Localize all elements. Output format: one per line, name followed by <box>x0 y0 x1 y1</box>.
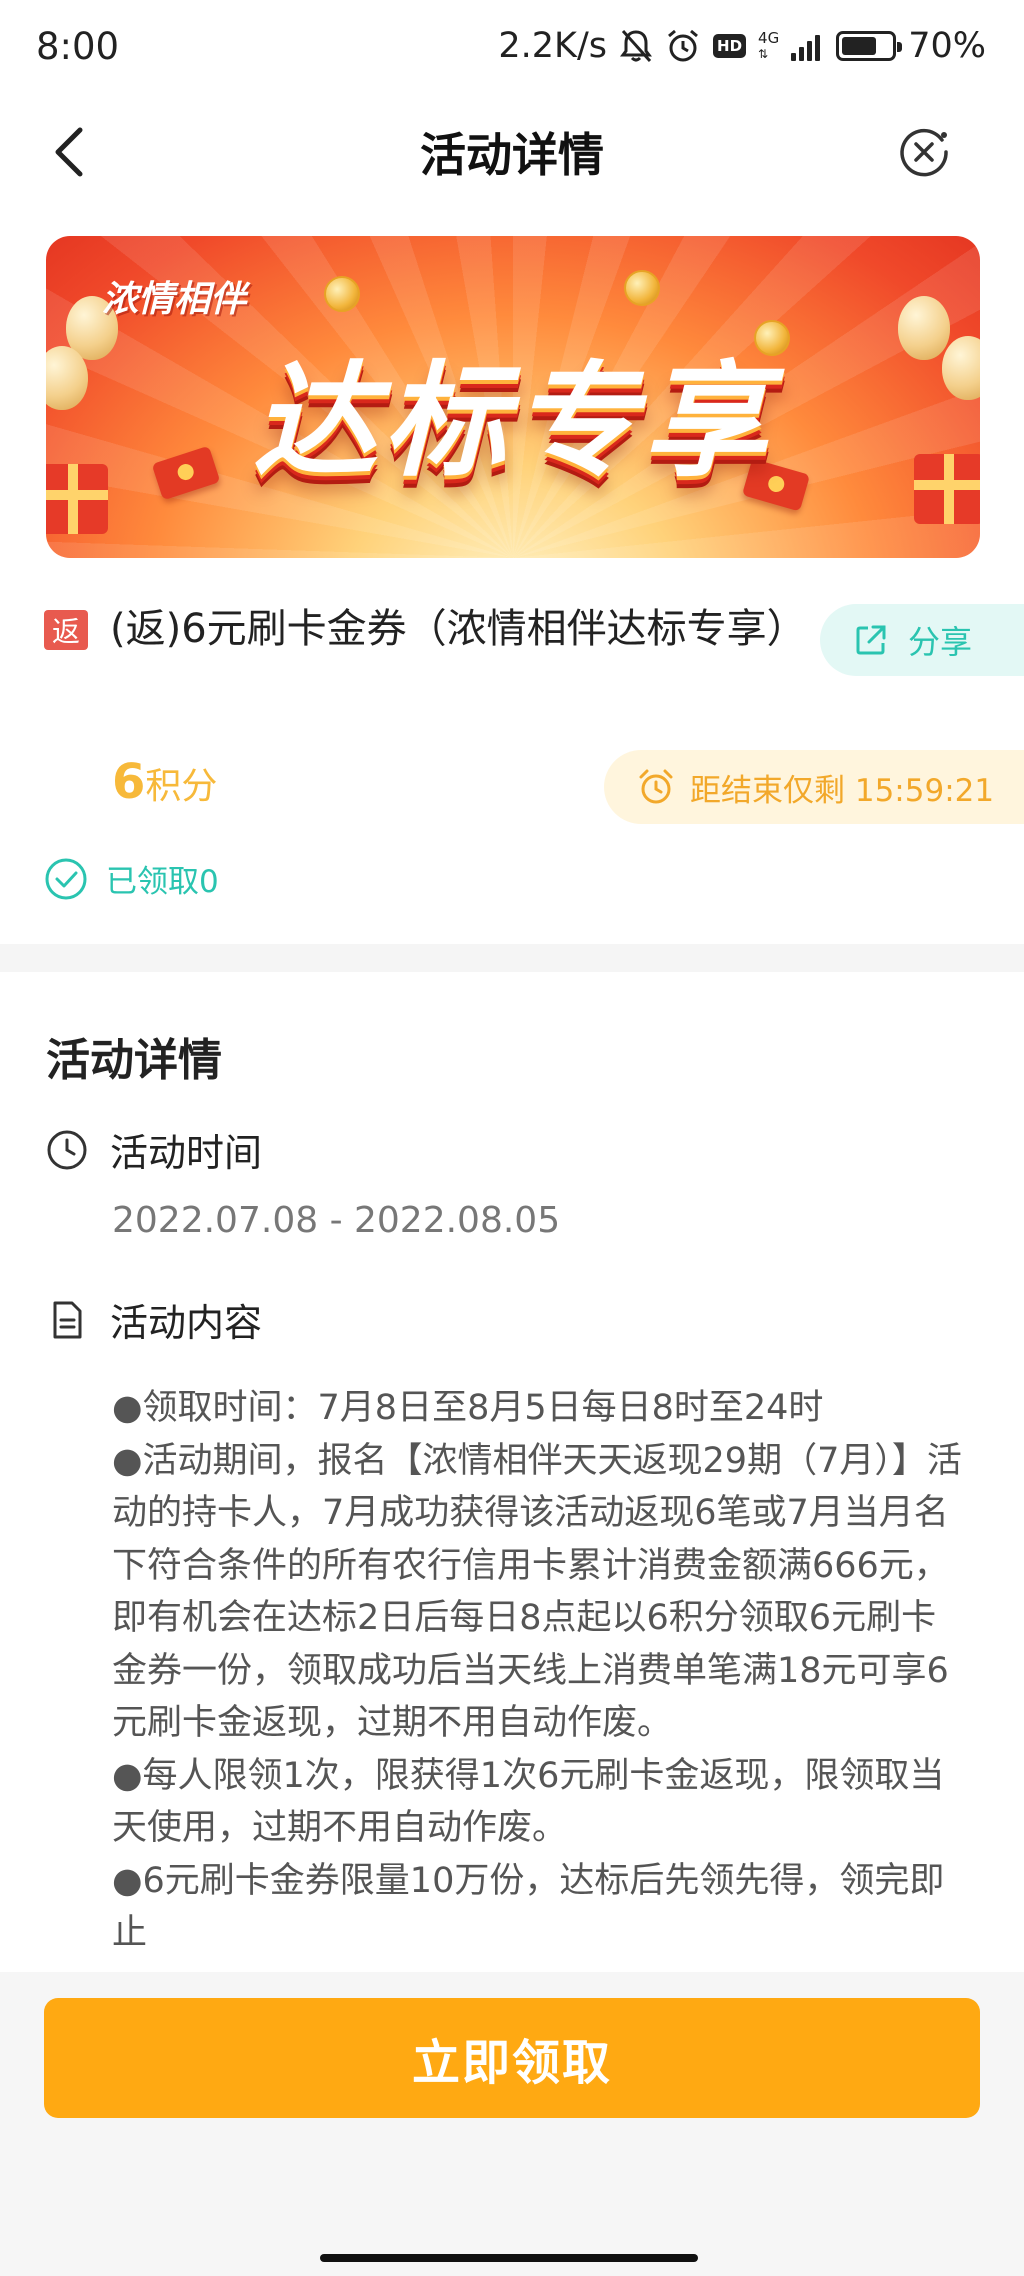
activity-time-header: 活动时间 <box>46 1122 262 1177</box>
bell-muted-icon <box>619 28 653 64</box>
points-value: 6 <box>112 754 146 810</box>
battery-percent: 70% <box>908 26 986 66</box>
network-label: 4G <box>758 29 780 47</box>
product-title: (返)6元刷卡金券（浓情相伴达标专享） <box>110 606 807 652</box>
close-circle-icon <box>900 128 948 177</box>
home-indicator[interactable] <box>320 2254 698 2262</box>
countdown-text: 距结束仅剩 15:59:21 <box>690 772 995 809</box>
activity-details: 活动详情 活动时间 2022.07.08 - 2022.08.05 活动内容 ●… <box>0 972 1024 1972</box>
content-paragraph: ●领取时间：7月8日至8月5日每日8时至24时 <box>112 1388 824 1428</box>
activity-content-label: 活动内容 <box>110 1301 263 1345</box>
battery-level <box>842 37 876 55</box>
banner-brand: 浓情相伴 <box>102 279 247 320</box>
points-unit: 积分 <box>145 766 218 807</box>
page-title: 活动详情 <box>420 128 604 182</box>
nav-bar: 活动详情 <box>0 92 1024 212</box>
activity-content-header: 活动内容 <box>46 1292 262 1347</box>
share-icon <box>856 625 886 655</box>
status-time: 8:00 <box>36 24 120 68</box>
points-price: 6积分 <box>112 754 217 810</box>
signal-icon <box>791 31 821 61</box>
network-speed: 2.2K/s <box>498 26 608 66</box>
claim-now-button[interactable]: 立即领取 <box>44 1998 980 2118</box>
status-bar: 8:00 2.2K/s HD 4G ⇅ 70% <box>0 0 1024 92</box>
coin-decoration <box>324 276 360 312</box>
status-icons: 2.2K/s HD 4G ⇅ 70% <box>498 26 986 66</box>
activity-time-label: 活动时间 <box>110 1131 263 1175</box>
content-paragraph: ●活动期间，报名【浓情相伴天天返现29期（7月）】活动的持卡人，7月成功获得该活… <box>112 1440 962 1744</box>
activity-content-text: ●领取时间：7月8日至8月5日每日8时至24时 ●活动期间，报名【浓情相伴天天返… <box>112 1382 962 1960</box>
details-title: 活动详情 <box>46 1035 222 1086</box>
return-badge: 返 <box>44 610 88 650</box>
product-info: 返 (返)6元刷卡金券（浓情相伴达标专享） 分享 6积分 距结束仅剩 15:59… <box>0 558 1024 942</box>
countdown-badge: 距结束仅剩 15:59:21 <box>604 750 1024 824</box>
data-arrows-icon: ⇅ <box>758 47 769 61</box>
chevron-left-icon <box>55 127 83 177</box>
check-circle-icon <box>45 858 87 899</box>
close-button[interactable] <box>894 122 954 182</box>
network-type: 4G ⇅ <box>758 30 779 62</box>
alarm-icon <box>665 28 701 64</box>
activity-time-value: 2022.07.08 - 2022.08.05 <box>112 1200 561 1241</box>
alarm-clock-icon <box>639 769 673 804</box>
coin-decoration <box>624 270 660 306</box>
share-button[interactable]: 分享 <box>820 604 1024 676</box>
bottom-action-bar: 立即领取 <box>0 1972 1024 2276</box>
document-icon <box>53 1301 82 1338</box>
claimed-status: 已领取0 <box>44 856 219 901</box>
claimed-text: 已领取0 <box>106 864 219 900</box>
promo-banner: 浓情相伴 达标专享 <box>46 236 980 558</box>
battery-icon <box>836 31 903 61</box>
content-paragraph: ●6元刷卡金券限量10万份，达标后先领先得，领完即止 <box>112 1860 945 1954</box>
share-label: 分享 <box>908 623 973 661</box>
banner-headline: 达标专享 <box>252 350 773 494</box>
hd-icon: HD <box>713 34 747 58</box>
section-divider <box>0 944 1024 972</box>
content-paragraph: ●每人限领1次，限获得1次6元刷卡金返现，限领取当天使用，过期不用自动作废。 <box>112 1755 945 1849</box>
back-button[interactable] <box>40 122 100 182</box>
clock-icon <box>47 1130 87 1169</box>
